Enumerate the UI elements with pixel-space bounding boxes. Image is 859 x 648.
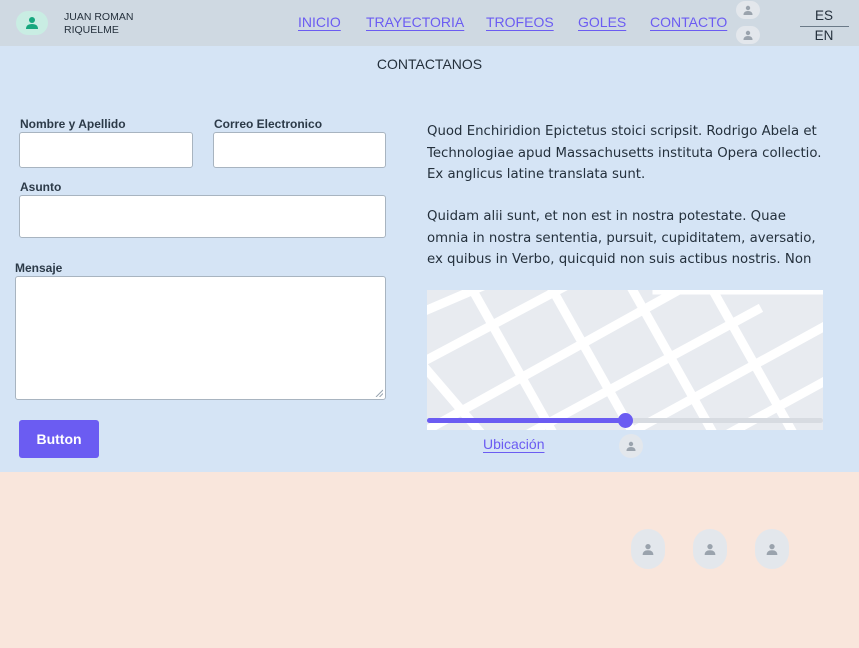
nav-link-trayectoria[interactable]: TRAYECTORIA: [366, 14, 464, 30]
avatar-bottom[interactable]: [736, 26, 760, 44]
language-option-en[interactable]: EN: [800, 28, 848, 43]
site-header: JUAN ROMAN RIQUELME INICIO TRAYECTORIA T…: [0, 0, 859, 46]
footer-avatar-2[interactable]: [693, 529, 727, 569]
map-slider[interactable]: [427, 413, 823, 428]
person-icon: [704, 543, 716, 555]
person-icon: [766, 543, 778, 555]
name-input[interactable]: [20, 133, 192, 167]
location-link[interactable]: Ubicación: [483, 436, 544, 452]
email-input[interactable]: [214, 133, 385, 167]
name-label: Nombre y Apellido: [20, 117, 126, 131]
brand-name: JUAN ROMAN RIQUELME: [64, 11, 134, 36]
subject-field[interactable]: [19, 195, 386, 238]
paragraph-2: Quidam alii sunt, et non est in nostra p…: [427, 209, 816, 267]
name-field[interactable]: [19, 132, 193, 168]
avatar-top[interactable]: [736, 1, 760, 19]
nav-link-goles[interactable]: GOLES: [578, 14, 626, 30]
person-icon: [626, 441, 636, 451]
nav-link-inicio[interactable]: INICIO: [298, 14, 341, 30]
paragraph-1: Quod Enchiridion Epictetus stoici scrips…: [427, 124, 822, 182]
message-field[interactable]: [15, 276, 386, 400]
submit-button[interactable]: Button: [19, 420, 99, 458]
message-textarea[interactable]: [16, 277, 385, 399]
footer-avatar-1[interactable]: [631, 529, 665, 569]
email-label: Correo Electronico: [214, 117, 323, 131]
footer-avatar-3[interactable]: [755, 529, 789, 569]
language-divider: [800, 26, 849, 27]
map-streets: [427, 290, 823, 430]
person-icon: [26, 17, 38, 29]
message-label: Mensaje: [15, 261, 63, 275]
person-icon: [642, 543, 654, 555]
brand-avatar: [16, 11, 48, 35]
nav-link-trofeos[interactable]: TROFEOS: [486, 14, 554, 30]
language-option-es[interactable]: ES: [800, 8, 848, 23]
nav-link-contacto[interactable]: CONTACTO: [650, 14, 727, 30]
resize-grip-icon[interactable]: [375, 389, 383, 397]
person-icon: [743, 30, 753, 40]
subject-label: Asunto: [20, 180, 62, 194]
section-title: CONTACTANOS: [376, 56, 483, 72]
location-avatar[interactable]: [619, 434, 643, 458]
subject-input[interactable]: [20, 196, 385, 237]
email-field[interactable]: [213, 132, 386, 168]
slider-fill: [427, 418, 625, 423]
slider-thumb[interactable]: [618, 413, 633, 428]
person-icon: [743, 5, 753, 15]
map-image[interactable]: [427, 290, 823, 430]
